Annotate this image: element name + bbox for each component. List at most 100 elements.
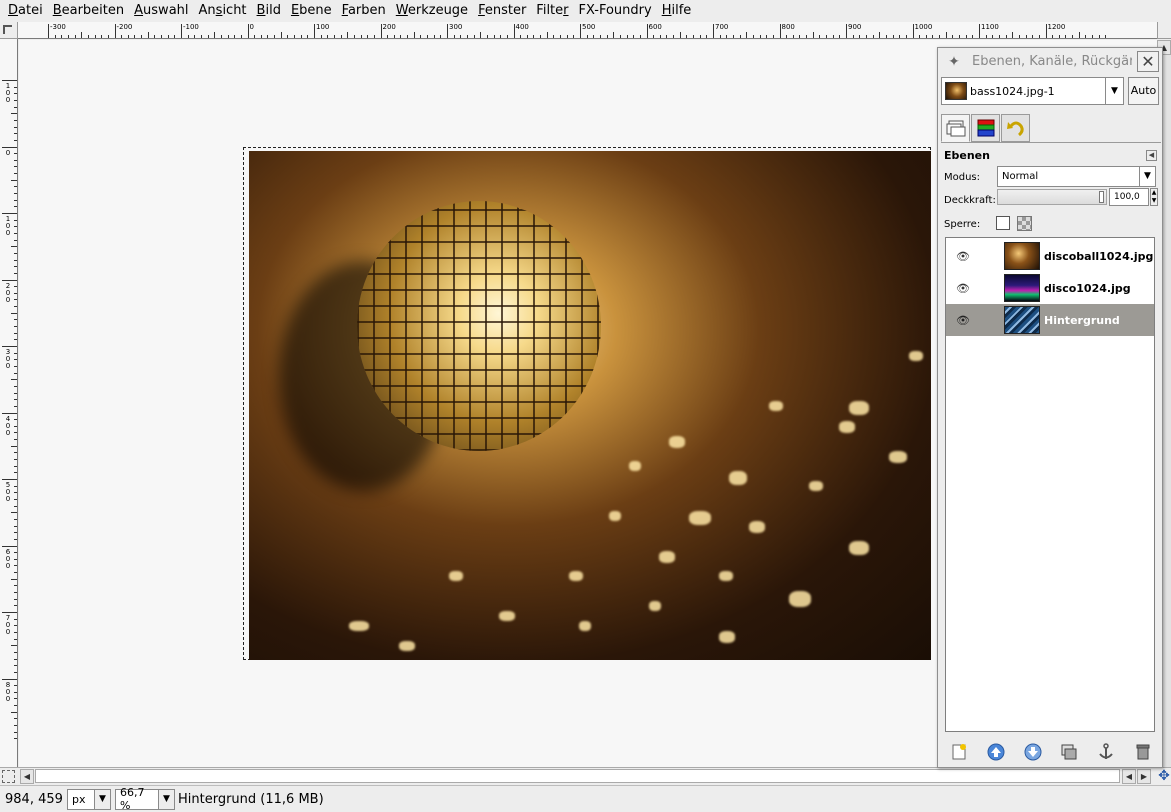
anchor-layer-icon[interactable] xyxy=(1096,742,1116,762)
ruler-minor-tick xyxy=(460,35,462,38)
undo-tab-icon[interactable] xyxy=(1001,114,1030,142)
ruler-minor-tick xyxy=(14,266,17,268)
ruler-minor-tick xyxy=(67,35,69,38)
dock-titlebar[interactable]: ✦ Ebenen, Kanäle, Rückgär ✕ xyxy=(938,48,1162,75)
channels-tab-icon[interactable] xyxy=(971,114,1000,142)
status-message: Hintergrund (11,6 MB) xyxy=(178,791,324,807)
ruler-minor-tick xyxy=(14,199,17,201)
zoom-selector[interactable]: 66,7 % ▼ xyxy=(115,786,175,812)
ruler-minor-tick xyxy=(14,439,17,441)
ruler-minor-tick xyxy=(14,498,17,500)
canvas-image[interactable] xyxy=(249,151,931,660)
scroll-left-icon[interactable]: ◀ xyxy=(20,769,34,784)
chain-toggle[interactable] xyxy=(974,310,1004,330)
menu-fenster[interactable]: Fenster xyxy=(474,0,530,22)
layer-row-selected[interactable]: 👁 Hintergrund xyxy=(946,304,1154,336)
navigate-cross-icon[interactable]: ✥ xyxy=(1157,769,1171,783)
vertical-ruler[interactable]: 100 0 100 200 300 400 500 600 700 800 xyxy=(0,39,18,767)
menu-bearbeiten[interactable]: Bearbeiten xyxy=(49,0,128,22)
horizontal-ruler[interactable]: -300 -200 -100 0 100 200 300 400 500 600 700 800 900… xyxy=(18,22,1157,39)
ruler-minor-tick xyxy=(387,35,389,38)
image-boundary[interactable] xyxy=(243,147,931,660)
chevron-down-icon[interactable]: ▼ xyxy=(1105,78,1123,104)
lock-alpha-checkbox[interactable] xyxy=(1017,216,1032,231)
eye-icon[interactable]: 👁 xyxy=(952,250,974,263)
ruler-minor-tick xyxy=(553,35,555,38)
chevron-down-icon[interactable]: ▼ xyxy=(94,789,110,809)
new-layer-icon[interactable] xyxy=(949,742,969,762)
image-selector[interactable]: bass1024.jpg-1 ▼ xyxy=(941,77,1124,105)
menu-werkzeuge[interactable]: Werkzeuge xyxy=(392,0,472,22)
ruler-tick xyxy=(979,24,980,38)
layers-list[interactable]: 👁 discoball1024.jpg 👁 disco1024.jpg 👁 Hi… xyxy=(945,237,1155,732)
slider-handle[interactable] xyxy=(1099,191,1104,203)
menu-ebene[interactable]: Ebene xyxy=(287,0,336,22)
ruler-minor-tick xyxy=(1052,35,1054,38)
eye-icon[interactable]: 👁 xyxy=(952,282,974,295)
chevron-down-icon[interactable]: ▼ xyxy=(1139,167,1155,186)
ruler-tick xyxy=(380,24,382,38)
chevron-down-icon[interactable]: ▼ xyxy=(158,789,174,809)
menu-datei[interactable]: Datei xyxy=(4,0,47,22)
menu-fx-foundry[interactable]: FX-Foundry xyxy=(575,0,656,22)
ruler-minor-tick xyxy=(14,465,17,467)
unit-selector[interactable]: px ▼ xyxy=(67,788,111,810)
menu-auswahl[interactable]: Auswahl xyxy=(130,0,192,22)
ruler-minor-tick xyxy=(54,35,56,38)
close-icon[interactable]: ✕ xyxy=(1137,51,1159,72)
lower-layer-icon[interactable] xyxy=(1023,742,1043,762)
ruler-minor-tick xyxy=(14,186,17,188)
delete-layer-icon[interactable] xyxy=(1133,742,1153,762)
ruler-minor-tick xyxy=(440,35,442,38)
ruler-minor-tick xyxy=(899,35,901,38)
chain-toggle[interactable] xyxy=(974,246,1004,266)
duplicate-layer-icon[interactable] xyxy=(1059,742,1079,762)
menu-hilfe[interactable]: Hilfe xyxy=(658,0,696,22)
light-spot xyxy=(849,401,869,415)
ruler-minor-tick xyxy=(14,485,17,487)
lock-pixels-checkbox[interactable] xyxy=(996,216,1010,230)
layers-panel: Ebenen ◀ Modus: Normal ▼ Deckkraft: 100,… xyxy=(941,142,1161,765)
chain-toggle[interactable] xyxy=(974,278,1004,298)
auto-button[interactable]: Auto xyxy=(1128,77,1159,105)
light-spot xyxy=(499,611,515,621)
spin-arrows-icon[interactable]: ▲ ▼ xyxy=(1150,188,1158,206)
ruler-minor-tick xyxy=(759,35,761,38)
ruler-minor-tick xyxy=(1018,35,1020,38)
scroll-left-end-icon[interactable]: ◀ xyxy=(1122,769,1136,784)
light-spot xyxy=(649,601,661,611)
ruler-minor-tick xyxy=(307,35,309,38)
ruler-minor-tick xyxy=(859,35,861,38)
horizontal-scrollbar[interactable] xyxy=(35,769,1120,783)
menu-farben[interactable]: Farben xyxy=(338,0,390,22)
quick-mask-button[interactable] xyxy=(2,770,15,783)
menu-ansicht[interactable]: Ansicht xyxy=(195,0,251,22)
opacity-input[interactable]: 100,0 xyxy=(1109,188,1149,206)
eye-icon[interactable]: 👁 xyxy=(952,314,974,327)
menu-filter[interactable]: Filter xyxy=(532,0,572,22)
scroll-right-icon[interactable]: ▶ xyxy=(1137,769,1151,784)
layers-tab-icon[interactable] xyxy=(941,114,970,142)
ruler-minor-tick xyxy=(11,512,17,514)
layer-row[interactable]: 👁 discoball1024.jpg xyxy=(946,240,1154,272)
mode-selector[interactable]: Normal ▼ xyxy=(997,166,1156,187)
ruler-minor-tick xyxy=(347,32,349,38)
dock-tabs xyxy=(941,114,1031,142)
opacity-slider[interactable] xyxy=(997,189,1107,205)
ruler-minor-tick xyxy=(659,35,661,38)
raise-layer-icon[interactable] xyxy=(986,742,1006,762)
ruler-minor-tick xyxy=(466,35,468,38)
layer-row[interactable]: 👁 disco1024.jpg xyxy=(946,272,1154,304)
ruler-minor-tick xyxy=(14,618,17,620)
panel-menu-icon[interactable]: ◀ xyxy=(1146,150,1157,161)
ruler-corner[interactable] xyxy=(0,22,18,39)
ruler-minor-tick xyxy=(14,372,17,374)
ruler-minor-tick xyxy=(61,35,63,38)
ruler-minor-tick xyxy=(573,35,575,38)
ruler-minor-tick xyxy=(14,432,17,434)
ruler-label: 700 xyxy=(5,614,11,636)
menu-bild[interactable]: Bild xyxy=(253,0,285,22)
ruler-minor-tick xyxy=(14,173,17,175)
zoom-to-window-button[interactable] xyxy=(1157,22,1171,39)
ruler-minor-tick xyxy=(14,133,17,135)
